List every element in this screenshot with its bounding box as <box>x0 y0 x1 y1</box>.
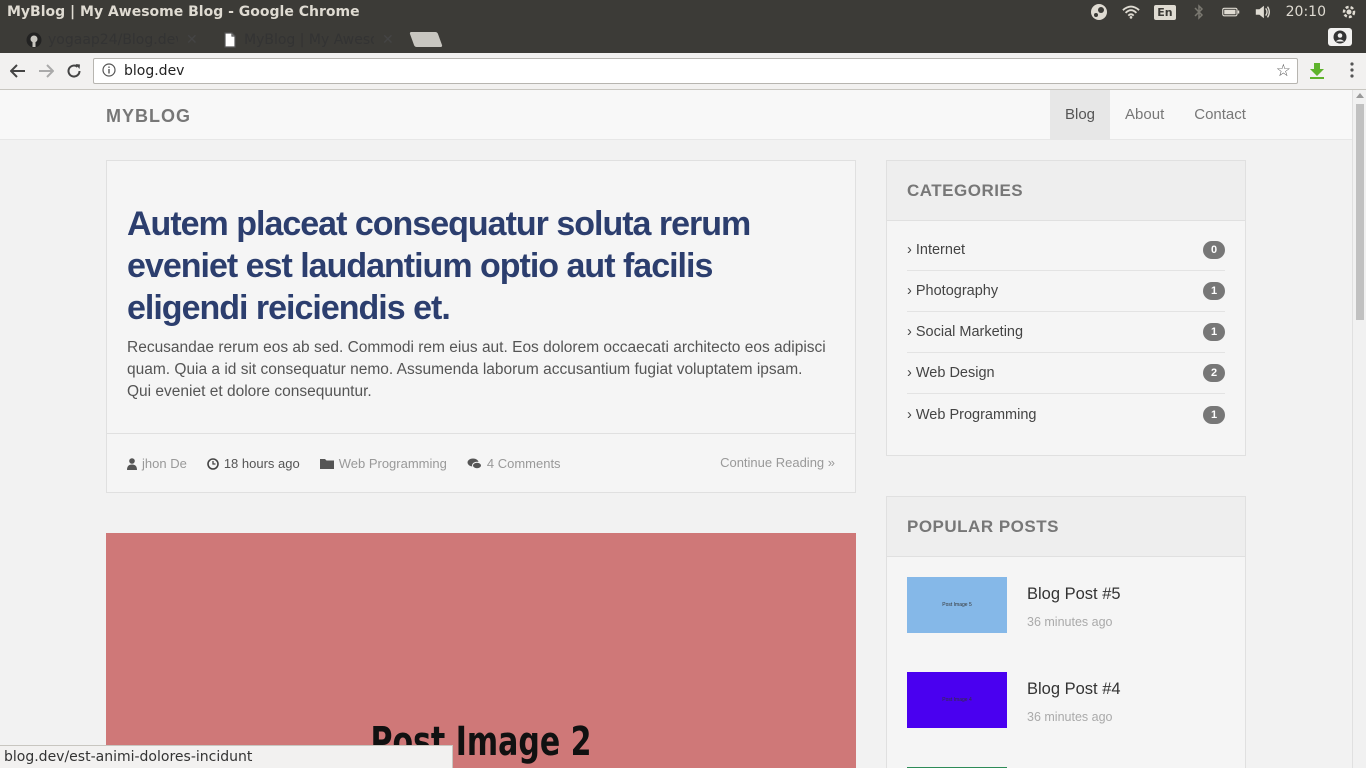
volume-icon[interactable] <box>1254 3 1272 21</box>
nav-blog-link[interactable]: Blog <box>1050 90 1111 140</box>
browser-menu-icon[interactable] <box>1350 62 1354 78</box>
steam-icon[interactable] <box>1090 3 1108 21</box>
popular-post-item[interactable]: Post Image 5 Blog Post #5 36 minutes ago <box>907 577 1227 633</box>
post-time-text: 18 hours ago <box>223 456 300 471</box>
tab-myblog[interactable]: MyBlog | My Awesome Blog ✕ <box>212 26 408 53</box>
bluetooth-icon[interactable] <box>1190 3 1208 21</box>
nav-contact-link[interactable]: Contact <box>1179 90 1261 140</box>
tab-title: yogaap24/Blog.dev <box>48 31 178 48</box>
status-url-bubble: blog.dev/est-animi-dolores-incidunt <box>0 745 453 768</box>
post-meta: jhon De 18 hours ago Web Programming 4 C… <box>107 433 855 493</box>
system-tray: En 20:10 <box>1090 0 1366 24</box>
settings-gear-icon[interactable] <box>1340 3 1358 21</box>
post-image[interactable]: Post Image 2 <box>106 533 856 768</box>
category-item[interactable]: › Web Design 2 <box>907 353 1225 394</box>
post-card: Autem placeat consequatur soluta rerum e… <box>106 160 856 493</box>
url-text[interactable]: blog.dev <box>124 63 184 79</box>
scroll-up-arrow-icon[interactable] <box>1356 93 1364 98</box>
clock[interactable]: 20:10 <box>1286 4 1326 20</box>
category-label[interactable]: › Web Programming <box>907 407 1036 423</box>
wifi-icon[interactable] <box>1122 3 1140 21</box>
category-count-badge: 2 <box>1203 364 1225 382</box>
tab-strip: yogaap24/Blog.dev ✕ MyBlog | My Awesome … <box>0 24 1366 53</box>
forward-arrow-icon[interactable] <box>32 57 60 85</box>
close-tab-icon[interactable]: ✕ <box>186 32 198 48</box>
battery-icon[interactable] <box>1221 3 1240 21</box>
post-comments-text[interactable]: 4 Comments <box>487 456 561 471</box>
page-icon <box>222 31 238 48</box>
category-count-badge: 1 <box>1203 405 1225 424</box>
browser-toolbar: blog.dev ☆ <box>0 53 1366 90</box>
user-icon <box>127 457 137 470</box>
category-count-badge: 1 <box>1203 323 1225 341</box>
categories-heading: CATEGORIES <box>887 161 1245 221</box>
reload-icon[interactable] <box>60 57 88 85</box>
page-viewport: MYBLOG Blog About Contact Autem placeat … <box>0 90 1352 768</box>
nav-links: Blog About Contact <box>1050 90 1261 140</box>
popular-post-title[interactable]: Blog Post #4 <box>1027 680 1121 699</box>
categories-widget: CATEGORIES › Internet 0 › Photography 1 … <box>886 160 1246 456</box>
popular-post-thumbnail[interactable]: Post Image 5 <box>907 577 1007 633</box>
comments-icon <box>467 458 482 469</box>
popular-post-thumbnail[interactable]: Post Image 4 <box>907 672 1007 728</box>
category-item[interactable]: › Photography 1 <box>907 271 1225 312</box>
tab-title: MyBlog | My Awesome Blog <box>244 31 374 48</box>
category-item[interactable]: › Social Marketing 1 <box>907 312 1225 353</box>
post-comments[interactable]: 4 Comments <box>467 456 561 471</box>
category-label[interactable]: › Photography <box>907 283 998 299</box>
profile-button[interactable] <box>1328 28 1352 46</box>
nav-about-link[interactable]: About <box>1110 90 1179 140</box>
post-title[interactable]: Autem placeat consequatur soluta rerum e… <box>127 203 827 329</box>
bookmark-star-icon[interactable]: ☆ <box>1276 61 1291 81</box>
os-title-bar: MyBlog | My Awesome Blog - Google Chrome… <box>0 0 1366 24</box>
popular-posts-heading: POPULAR POSTS <box>887 497 1245 557</box>
categories-list: › Internet 0 › Photography 1 › Social Ma… <box>887 221 1245 435</box>
author-name[interactable]: jhon De <box>142 456 187 471</box>
popular-post-time: 36 minutes ago <box>1027 615 1113 629</box>
category-label[interactable]: › Web Design <box>907 365 995 381</box>
clock-icon <box>207 457 219 470</box>
keyboard-layout-indicator[interactable]: En <box>1154 4 1176 20</box>
popular-post-title[interactable]: Blog Post #5 <box>1027 585 1121 604</box>
new-tab-button[interactable] <box>409 32 443 47</box>
info-icon[interactable] <box>102 62 116 81</box>
post-category[interactable]: Web Programming <box>319 456 447 471</box>
back-arrow-icon[interactable] <box>4 57 32 85</box>
scrollbar-thumb[interactable] <box>1356 104 1364 320</box>
category-item[interactable]: › Internet 0 <box>907 230 1225 271</box>
post-author[interactable]: jhon De <box>127 456 187 471</box>
post-category-text[interactable]: Web Programming <box>339 456 447 471</box>
category-label[interactable]: › Social Marketing <box>907 324 1023 340</box>
post-excerpt: Recusandae rerum eos ab sed. Commodi rem… <box>127 339 826 400</box>
post-time: 18 hours ago <box>207 456 300 471</box>
github-icon <box>26 32 42 48</box>
close-tab-icon[interactable]: ✕ <box>382 32 394 48</box>
folder-icon <box>319 459 334 469</box>
tab-github[interactable]: yogaap24/Blog.dev ✕ <box>16 26 212 53</box>
popular-post-time: 36 minutes ago <box>1027 710 1113 724</box>
page-scrollbar[interactable] <box>1352 90 1366 768</box>
category-count-badge: 0 <box>1203 241 1225 259</box>
site-brand[interactable]: MYBLOG <box>106 106 191 127</box>
popular-post-item[interactable]: Post Image 4 Blog Post #4 36 minutes ago <box>907 672 1227 728</box>
category-count-badge: 1 <box>1203 282 1225 300</box>
window-title: MyBlog | My Awesome Blog - Google Chrome <box>7 4 360 20</box>
category-label[interactable]: › Internet <box>907 242 965 258</box>
site-navbar: MYBLOG Blog About Contact <box>0 90 1352 140</box>
category-item[interactable]: › Web Programming 1 <box>907 394 1225 435</box>
continue-reading-link[interactable]: Continue Reading » <box>720 455 835 470</box>
address-bar[interactable]: blog.dev ☆ <box>93 58 1298 84</box>
download-extension-icon[interactable] <box>1308 62 1326 84</box>
popular-posts-widget: POPULAR POSTS Post Image 5 Blog Post #5 … <box>886 496 1246 768</box>
